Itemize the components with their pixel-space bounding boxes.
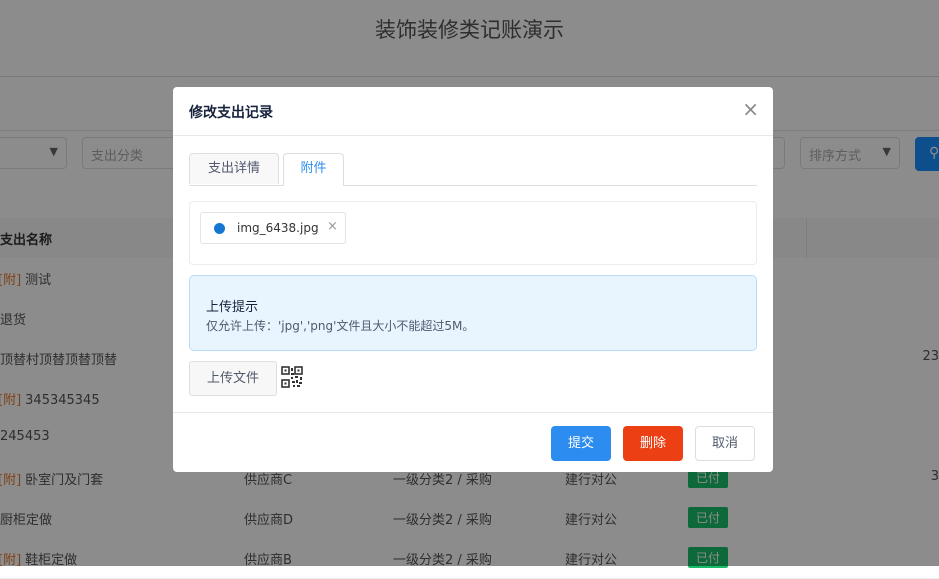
delete-button[interactable]: 删除	[623, 426, 683, 461]
tab-attachments[interactable]: 附件	[283, 153, 344, 186]
tab-details[interactable]: 支出详情	[189, 153, 279, 184]
cancel-button[interactable]: 取消	[695, 426, 755, 461]
modal-header: 修改支出记录 ×	[173, 87, 773, 136]
upload-notice: 上传提示 仅允许上传：'jpg','png'文件且大小不能超过5M。	[189, 275, 757, 351]
notice-title: 上传提示	[206, 300, 259, 315]
file-dot-icon	[214, 223, 225, 234]
upload-file-button[interactable]: 上传文件	[189, 361, 277, 396]
page: 装饰装修类记账演示 ▼ 支出分类 排序方式 ▼ ⚲ 支出名称 [附] 测试 退货 …	[0, 0, 939, 579]
modal-footer: 提交 删除 取消	[173, 412, 773, 472]
submit-button[interactable]: 提交	[551, 426, 611, 461]
close-icon[interactable]: ×	[742, 98, 759, 120]
attachment-item[interactable]: img_6438.jpg ×	[200, 212, 346, 244]
edit-expense-modal: 修改支出记录 × 支出详情 附件 img_6438.jpg × 上传提示 仅允许…	[173, 87, 773, 472]
attachment-filename: img_6438.jpg	[237, 221, 319, 235]
modal-tabs: 支出详情 附件	[189, 153, 757, 186]
attachment-list: img_6438.jpg ×	[189, 201, 757, 265]
qr-code-icon[interactable]	[281, 366, 303, 388]
remove-attachment-icon[interactable]: ×	[327, 219, 338, 234]
modal-title: 修改支出记录	[189, 105, 273, 121]
notice-body: 仅允许上传：'jpg','png'文件且大小不能超过5M。	[206, 319, 475, 333]
